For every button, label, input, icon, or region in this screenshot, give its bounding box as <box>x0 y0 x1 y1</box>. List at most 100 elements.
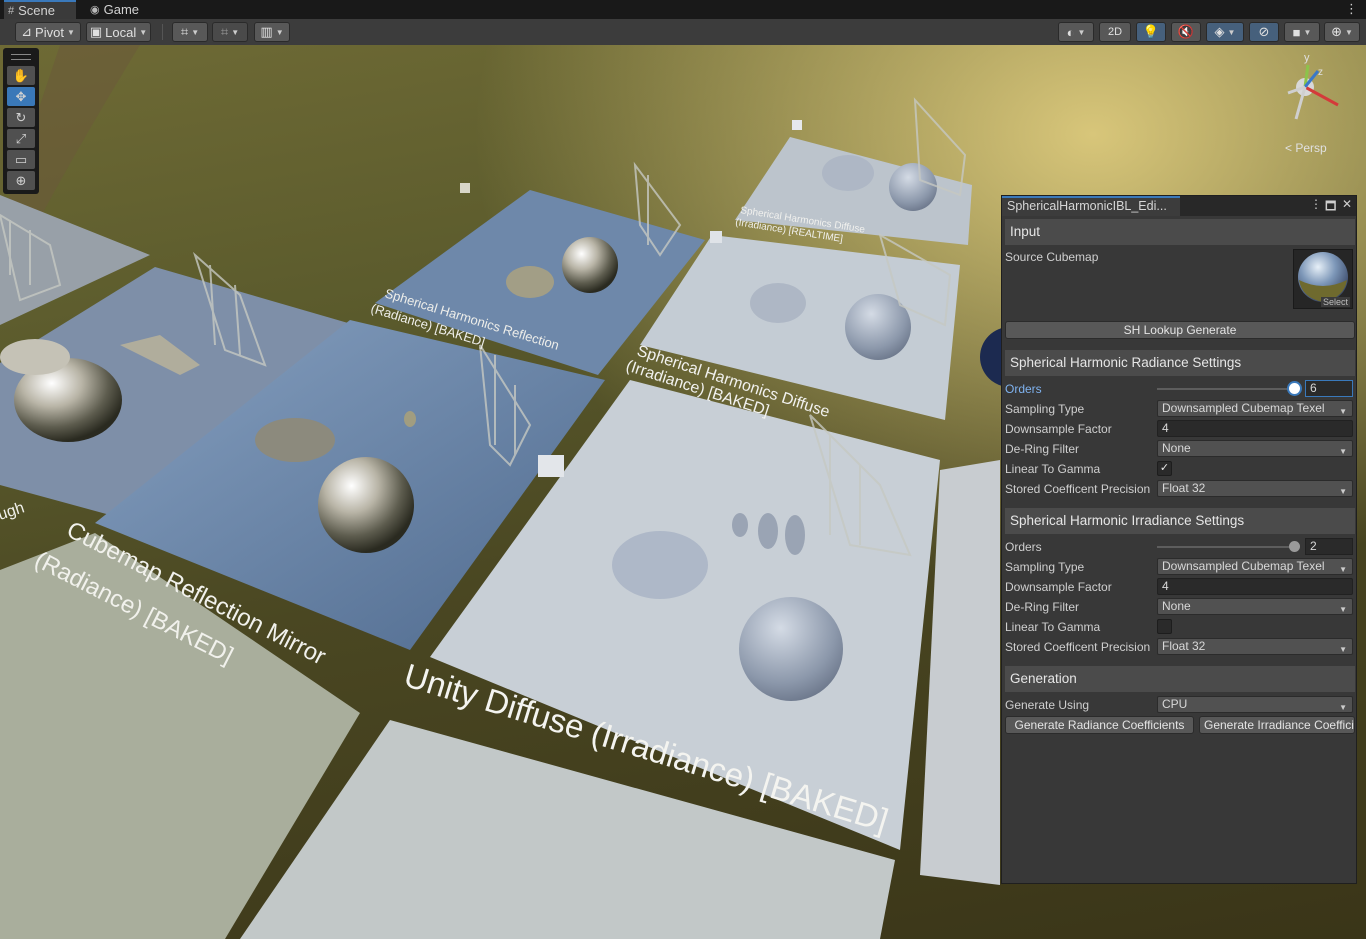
radiance-downsample-input[interactable]: 4 <box>1157 420 1353 437</box>
radiance-dering-label: De-Ring Filter <box>1005 442 1080 456</box>
irradiance-downsample-input[interactable]: 4 <box>1157 578 1353 595</box>
generate-using-dropdown[interactable]: CPU ▼ <box>1157 696 1353 713</box>
lightbulb-icon: 💡 <box>1142 24 1160 39</box>
grid-snap-icon: ⌗ <box>180 24 189 39</box>
irradiance-sampling-dropdown[interactable]: Downsampled Cubemap Texel ▼ <box>1157 558 1353 575</box>
effects-toggle-button[interactable]: ◈ ▼ <box>1206 22 1244 42</box>
shading-sphere-icon: ◐ <box>1066 24 1075 40</box>
toggle-2d-button[interactable]: 2D <box>1099 22 1131 42</box>
gamepad-icon: ◉ <box>90 4 100 16</box>
generate-radiance-button[interactable]: Generate Radiance Coefficients <box>1005 716 1194 734</box>
irradiance-precision-dropdown[interactable]: Float 32 ▼ <box>1157 638 1353 655</box>
radiance-linear-checkbox[interactable]: ✓ <box>1157 461 1172 476</box>
gizmos-dropdown[interactable]: ⊕ ▼ <box>1324 22 1360 42</box>
radiance-dering-row: De-Ring Filter None ▼ <box>1005 440 1355 458</box>
sh-ibl-editor-window: SphericalHarmonicIBL_Edi... ⋮ 🗖 ✕ Input … <box>1001 195 1357 884</box>
irradiance-sampling-row: Sampling Type Downsampled Cubemap Texel … <box>1005 558 1355 576</box>
lighting-toggle-button[interactable]: 💡 <box>1136 22 1166 42</box>
radiance-orders-slider-handle[interactable] <box>1289 383 1300 394</box>
gizmo-y-label: y <box>1304 52 1310 64</box>
irradiance-precision-row: Stored Coefficent Precision Float 32 ▼ <box>1005 638 1355 656</box>
chevron-down-icon: ▼ <box>1339 407 1347 416</box>
irradiance-orders-input[interactable]: 2 <box>1305 538 1353 555</box>
irradiance-dering-row: De-Ring Filter None ▼ <box>1005 598 1355 616</box>
maximize-icon[interactable]: 🗖 <box>1325 197 1336 218</box>
irradiance-linear-row: Linear To Gamma <box>1005 618 1355 636</box>
pivot-icon: ⊿ <box>21 24 33 39</box>
cubemap-select-button[interactable]: Select <box>1320 297 1350 307</box>
orientation-gizmo[interactable]: y z <box>1287 52 1339 120</box>
rotate-tool-icon[interactable]: ↻ <box>7 108 35 127</box>
more-options-icon[interactable]: ⋮ <box>1310 197 1322 211</box>
label-partial-left: ugh <box>0 499 27 523</box>
tab-scene[interactable]: # Scene <box>4 0 76 19</box>
radiance-precision-value: Float 32 <box>1162 481 1206 495</box>
perspective-label[interactable]: < Persp <box>1285 141 1327 155</box>
radiance-precision-label: Stored Coefficent Precision <box>1005 482 1151 496</box>
pivot-dropdown[interactable]: ⊿ Pivot ▼ <box>15 22 81 42</box>
source-cubemap-field[interactable]: Select <box>1293 249 1353 309</box>
generate-using-row: Generate Using CPU ▼ <box>1005 696 1355 714</box>
close-icon[interactable]: ✕ <box>1342 197 1352 211</box>
chevron-down-icon: ▼ <box>191 27 200 37</box>
irradiance-section-header[interactable]: Spherical Harmonic Irradiance Settings <box>1005 508 1355 534</box>
input-section-header[interactable]: Input <box>1005 219 1355 245</box>
radiance-section-header[interactable]: Spherical Harmonic Radiance Settings <box>1005 350 1355 376</box>
tab-game-label: Game <box>103 2 140 17</box>
radiance-sampling-dropdown[interactable]: Downsampled Cubemap Texel ▼ <box>1157 400 1353 417</box>
irradiance-dering-dropdown[interactable]: None ▼ <box>1157 598 1353 615</box>
local-label: Local <box>105 24 137 40</box>
scene-tools-palette: ✋ ✥ ↻ ⤢ ▭ ⊕ <box>3 48 39 194</box>
window-titlebar[interactable]: SphericalHarmonicIBL_Edi... ⋮ 🗖 ✕ <box>1002 196 1356 216</box>
chevron-down-icon: ▼ <box>139 27 148 37</box>
more-options-icon[interactable]: ⋮ <box>1345 1 1358 17</box>
chevron-down-icon: ▼ <box>231 27 240 37</box>
local-dropdown[interactable]: ▣ Local ▼ <box>86 22 151 42</box>
scene-visibility-button[interactable]: ⊘ <box>1249 22 1279 42</box>
chevron-down-icon: ▼ <box>1339 447 1347 456</box>
window-title[interactable]: SphericalHarmonicIBL_Edi... <box>1002 196 1180 216</box>
irradiance-precision-value: Float 32 <box>1162 639 1206 653</box>
radiance-orders-slider[interactable] <box>1157 388 1293 390</box>
transform-tool-icon[interactable]: ⊕ <box>7 171 35 190</box>
irradiance-downsample-row: Downsample Factor 4 <box>1005 578 1355 596</box>
radiance-precision-dropdown[interactable]: Float 32 ▼ <box>1157 480 1353 497</box>
generation-section-header[interactable]: Generation <box>1005 666 1355 692</box>
effects-layers-icon: ◈ <box>1214 24 1225 39</box>
audio-toggle-button[interactable]: 🔇 <box>1171 22 1201 42</box>
audio-mute-icon: 🔇 <box>1177 24 1195 39</box>
shading-mode-dropdown[interactable]: ◐ ▼ <box>1058 22 1094 42</box>
radiance-downsample-label: Downsample Factor <box>1005 422 1112 436</box>
irradiance-linear-checkbox[interactable] <box>1157 619 1172 634</box>
increment-snap-button[interactable]: ⌗ ▼ <box>212 22 248 42</box>
radiance-dering-value: None <box>1162 441 1191 455</box>
radiance-dering-dropdown[interactable]: None ▼ <box>1157 440 1353 457</box>
grid-visibility-button[interactable]: ▥ ▼ <box>254 22 290 42</box>
radiance-orders-input[interactable]: 6 <box>1305 380 1353 397</box>
irradiance-dering-value: None <box>1162 599 1191 613</box>
chevron-down-icon: ▼ <box>1339 703 1347 712</box>
sh-lookup-generate-button[interactable]: SH Lookup Generate <box>1005 321 1355 339</box>
diffuse-sphere-unity <box>739 597 843 701</box>
irradiance-orders-slider-handle[interactable] <box>1289 541 1300 552</box>
camera-settings-dropdown[interactable]: ■ ▼ <box>1284 22 1320 42</box>
radiance-orders-label: Orders <box>1005 382 1042 396</box>
drag-grip-icon[interactable] <box>11 54 31 60</box>
scene-grid-icon: # <box>8 4 15 17</box>
irradiance-orders-slider[interactable] <box>1157 546 1293 548</box>
source-cubemap-label: Source Cubemap <box>1005 250 1099 264</box>
chevron-down-icon: ▼ <box>1344 27 1353 37</box>
hand-tool-icon[interactable]: ✋ <box>7 66 35 85</box>
radiance-sampling-value: Downsampled Cubemap Texel <box>1162 401 1325 415</box>
tab-game[interactable]: ◉ Game <box>90 0 139 19</box>
move-tool-icon[interactable]: ✥ <box>7 87 35 106</box>
irradiance-dering-label: De-Ring Filter <box>1005 600 1080 614</box>
irradiance-sampling-value: Downsampled Cubemap Texel <box>1162 559 1325 573</box>
irradiance-orders-label: Orders <box>1005 540 1042 554</box>
grid-snap-button[interactable]: ⌗ ▼ <box>172 22 208 42</box>
generate-irradiance-button[interactable]: Generate Irradiance Coefficients <box>1199 716 1355 734</box>
scale-tool-icon[interactable]: ⤢ <box>7 129 35 148</box>
rect-tool-icon[interactable]: ▭ <box>7 150 35 169</box>
grid-lines-icon: ▥ <box>260 24 273 39</box>
scene-toolbar: ⊿ Pivot ▼ ▣ Local ▼ ⌗ ▼ ⌗ ▼ ▥ ▼ ◐ ▼ 2D 💡 🔇 ◈… <box>0 19 1366 46</box>
